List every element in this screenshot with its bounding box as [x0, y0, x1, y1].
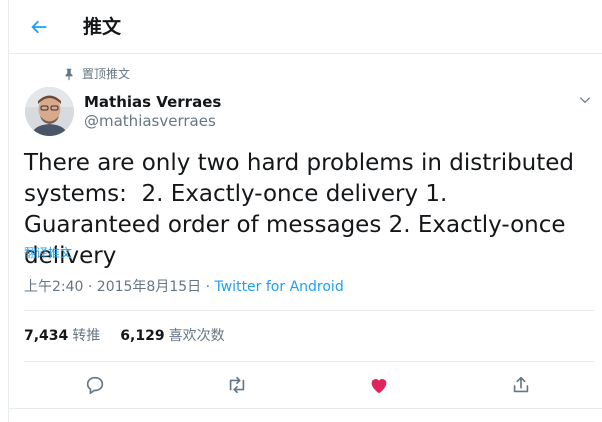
share-button[interactable] — [508, 372, 534, 398]
retweet-icon — [225, 374, 249, 396]
retweet-button[interactable] — [224, 372, 250, 398]
retweet-label: 转推 — [72, 328, 101, 344]
author-handle[interactable]: @mathiasverraes — [84, 111, 216, 131]
author-display-name[interactable]: Mathias Verraes — [84, 92, 221, 112]
like-button[interactable] — [366, 372, 392, 398]
share-icon — [510, 374, 532, 396]
retweet-count: 7,434 — [24, 328, 69, 344]
divider — [24, 361, 594, 362]
reply-icon — [84, 374, 106, 396]
tweet-meta: 上午2:40 · 2015年8月15日 · Twitter for Androi… — [24, 277, 344, 297]
retweets-stat[interactable]: 7,434 转推 — [24, 326, 100, 346]
pin-icon — [62, 67, 76, 81]
back-button[interactable] — [23, 11, 55, 43]
like-count: 6,129 — [120, 328, 165, 344]
tweet-stats: 7,434 转推 6,129 喜欢次数 — [24, 326, 245, 346]
tweet-source-link[interactable]: Twitter for Android — [215, 279, 344, 295]
chevron-down-icon — [578, 93, 592, 107]
page-title: 推文 — [83, 16, 122, 38]
reply-button[interactable] — [82, 372, 108, 398]
avatar[interactable] — [25, 87, 74, 136]
page-header: 推文 — [9, 0, 602, 54]
tweet-page: 推文 置顶推文 Mathias Verraes @mathiasverraes — [8, 0, 602, 422]
pinned-indicator: 置顶推文 — [62, 65, 130, 82]
translate-tweet-link[interactable]: 翻译推文 — [24, 244, 72, 261]
arrow-left-icon — [28, 16, 50, 38]
like-label: 喜欢次数 — [168, 328, 225, 344]
more-options-button[interactable] — [575, 90, 595, 110]
like-icon — [368, 374, 390, 396]
pinned-label: 置顶推文 — [82, 67, 131, 81]
next-tweet-edge — [9, 408, 602, 422]
likes-stat[interactable]: 6,129 喜欢次数 — [120, 326, 224, 346]
divider — [24, 310, 594, 311]
tweet-timestamp[interactable]: 上午2:40 · 2015年8月15日 · — [24, 279, 210, 295]
tweet-text: There are only two hard problems in dist… — [24, 150, 582, 269]
